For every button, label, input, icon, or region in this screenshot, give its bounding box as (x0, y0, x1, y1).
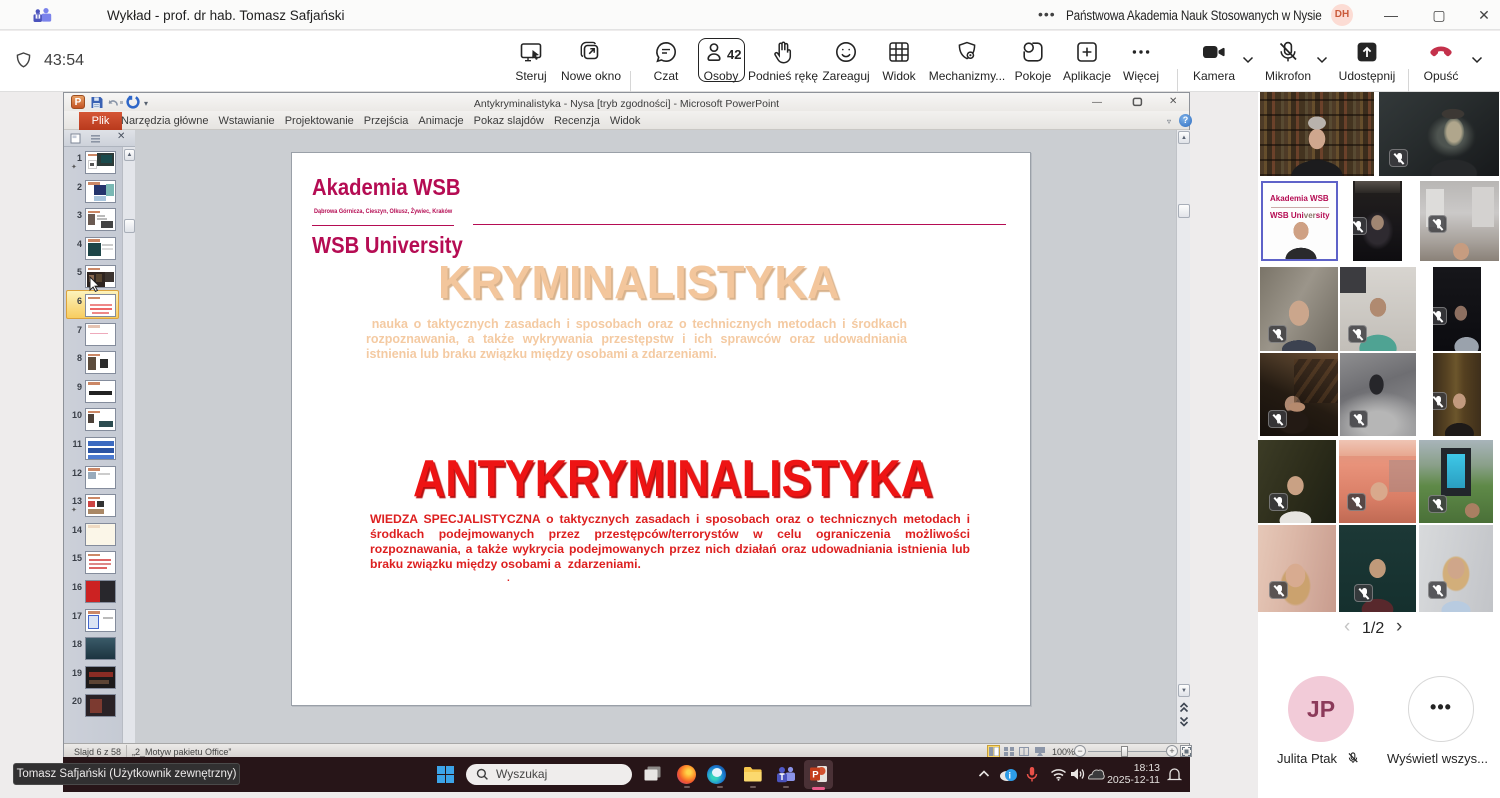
svg-text:P: P (812, 770, 819, 781)
svg-text:i: i (1009, 771, 1012, 781)
